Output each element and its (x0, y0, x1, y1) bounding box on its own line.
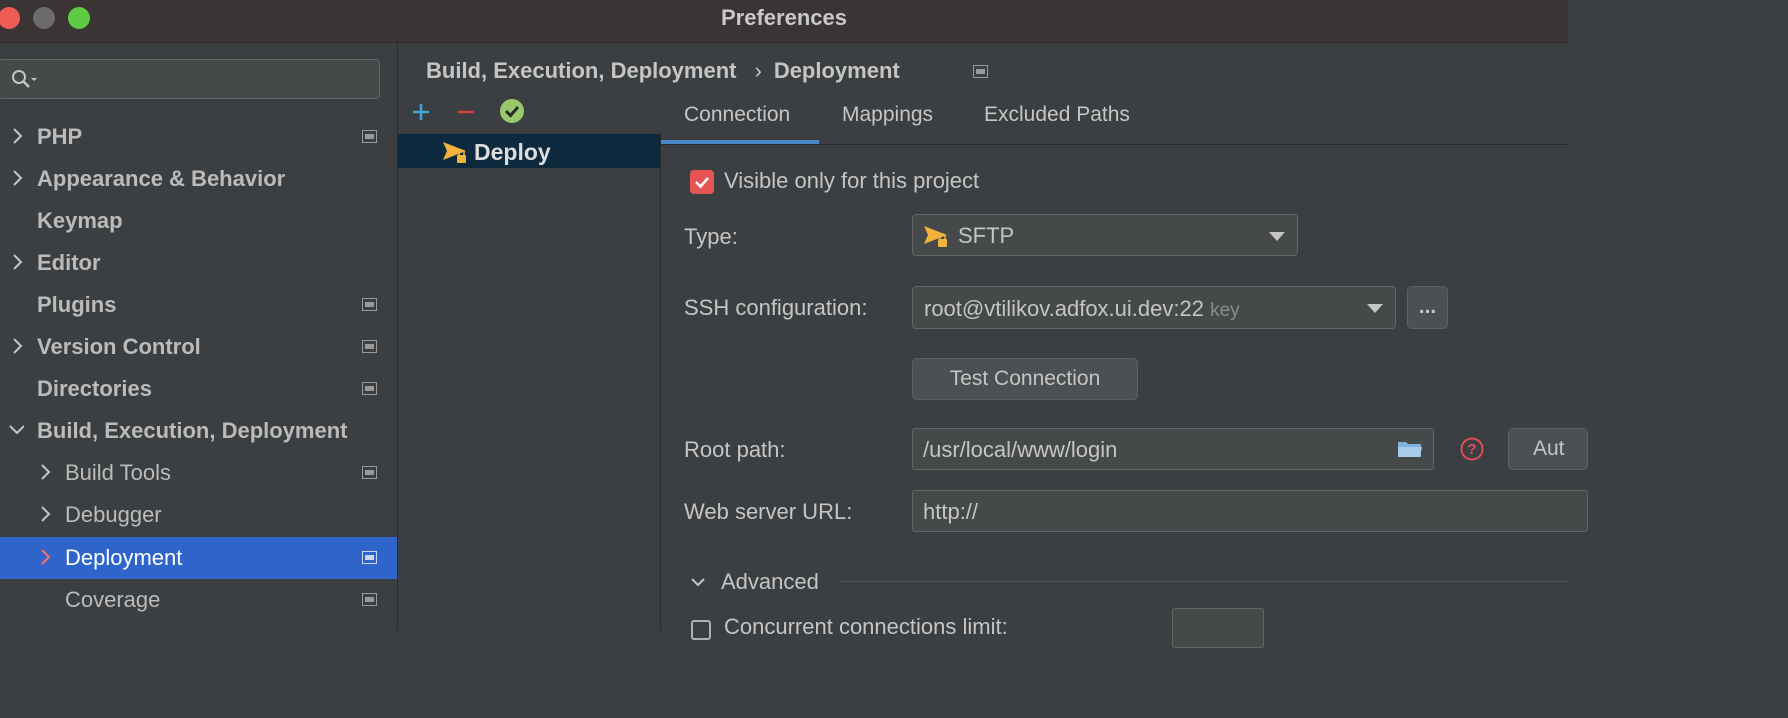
project-scope-icon (362, 340, 377, 353)
test-connection-button[interactable]: Test Connection (912, 358, 1138, 400)
add-server-icon[interactable] (406, 96, 436, 126)
server-toolbar (398, 92, 660, 132)
sidebar-item-directories[interactable]: Directories (0, 368, 397, 410)
sidebar-item-label: Coverage (65, 587, 161, 612)
breadcrumb-separator: › (754, 58, 762, 84)
sidebar-item-plugins[interactable]: Plugins (0, 284, 397, 326)
server-item-deploy[interactable]: Deploy (398, 134, 660, 168)
project-scope-icon (362, 466, 377, 479)
chevron-right-icon[interactable] (10, 251, 26, 273)
chevron-right-icon[interactable] (38, 503, 54, 525)
sidebar-item-php[interactable]: PHP (0, 116, 397, 158)
sidebar-item-label: Appearance & Behavior (37, 166, 286, 191)
sidebar-item-label: Build, Execution, Deployment (37, 418, 348, 443)
type-label: Type: (684, 224, 738, 249)
web-server-url-input[interactable]: http:// (912, 490, 1588, 532)
ssh-auth-hint: key (1210, 300, 1240, 321)
sidebar-item-build-tools[interactable]: Build Tools (0, 452, 397, 494)
sidebar-item-version-control[interactable]: Version Control (0, 326, 397, 368)
ssh-configurations-button[interactable]: ... (1407, 286, 1448, 329)
visible-only-checkbox[interactable] (690, 170, 714, 194)
settings-search-input[interactable] (0, 59, 380, 99)
sidebar-item-label: Debugger (65, 502, 162, 527)
sidebar-item-label: Directories (37, 376, 152, 401)
project-scope-icon (362, 551, 377, 564)
concurrent-connections-checkbox[interactable] (691, 620, 711, 640)
tab-connection[interactable]: Connection (661, 92, 819, 144)
sidebar-item-label: Version Control (37, 334, 201, 359)
settings-sidebar: PHP Appearance & Behavior Keymap Editor … (0, 43, 398, 630)
remove-server-icon[interactable] (451, 96, 481, 126)
chevron-down-icon[interactable] (8, 419, 24, 441)
chevron-down-icon (1269, 232, 1285, 241)
sidebar-item-debugger[interactable]: Debugger (0, 494, 397, 536)
type-value: SFTP (958, 223, 1015, 248)
sidebar-item-label: Build Tools (65, 460, 171, 485)
sftp-server-icon (443, 142, 466, 163)
ssh-configuration-select[interactable]: root@vtilikov.adfox.ui.dev:22 key (912, 286, 1396, 329)
help-icon[interactable]: ? (1460, 437, 1484, 461)
advanced-section-toggle[interactable]: Advanced (721, 569, 819, 595)
sidebar-item-label: Plugins (37, 292, 117, 317)
project-scope-icon (362, 298, 377, 311)
type-select[interactable]: SFTP (912, 214, 1298, 256)
concurrent-connections-label: Concurrent connections limit: (724, 614, 1008, 639)
sidebar-item-deployment[interactable]: Deployment (0, 537, 397, 579)
server-list: Deploy (398, 132, 661, 630)
sidebar-item-keymap[interactable]: Keymap (0, 200, 397, 242)
chevron-right-icon[interactable] (10, 125, 26, 147)
server-name: Deploy (474, 139, 551, 165)
sftp-server-icon (924, 226, 947, 247)
root-path-value: /usr/local/www/login (923, 437, 1118, 462)
tab-excluded-paths[interactable]: Excluded Paths (984, 92, 1130, 144)
svg-text:?: ? (1467, 441, 1476, 458)
sidebar-item-editor[interactable]: Editor (0, 242, 397, 284)
project-scope-icon (973, 65, 988, 78)
chevron-down-icon (1367, 304, 1383, 313)
autodetect-button[interactable]: Aut (1508, 428, 1588, 470)
root-path-label: Root path: (684, 437, 786, 462)
breadcrumb-parent[interactable]: Build, Execution, Deployment (426, 58, 736, 84)
sidebar-item-label: Deployment (65, 545, 183, 570)
ssh-configuration-label: SSH configuration: (684, 295, 868, 320)
sidebar-item-appearance[interactable]: Appearance & Behavior (0, 158, 397, 200)
concurrent-connections-input[interactable] (1172, 608, 1264, 648)
breadcrumb: Build, Execution, Deployment › Deployment (426, 57, 900, 84)
web-server-url-value: http:// (923, 499, 979, 524)
project-scope-icon (362, 130, 377, 143)
ssh-host: root@vtilikov.adfox.ui.dev:22 (924, 296, 1204, 321)
chevron-down-icon[interactable] (690, 574, 706, 590)
project-scope-icon (362, 382, 377, 395)
visible-only-label: Visible only for this project (724, 168, 980, 193)
project-scope-icon (362, 593, 377, 606)
chevron-right-icon[interactable] (10, 335, 26, 357)
set-default-icon[interactable] (497, 96, 527, 126)
sidebar-item-label: Keymap (37, 208, 123, 233)
breadcrumb-current: Deployment (773, 58, 900, 84)
settings-tabs: Connection Mappings Excluded Paths (661, 92, 1568, 145)
sidebar-item-label: Editor (37, 250, 101, 275)
window-title: Preferences (721, 5, 847, 30)
ssh-configuration-value: root@vtilikov.adfox.ui.dev:22 key (924, 296, 1240, 322)
tab-mappings[interactable]: Mappings (842, 92, 933, 144)
chevron-right-icon[interactable] (38, 546, 54, 568)
web-server-url-label: Web server URL: (684, 499, 853, 524)
sidebar-item-build-execution-deployment[interactable]: Build, Execution, Deployment (0, 410, 397, 452)
chevron-right-icon[interactable] (10, 167, 26, 189)
search-icon (12, 70, 37, 88)
chevron-right-icon[interactable] (38, 461, 54, 483)
sidebar-item-coverage[interactable]: Coverage (0, 579, 397, 621)
folder-icon[interactable] (1397, 439, 1423, 459)
advanced-separator (840, 581, 1568, 582)
title-bar: Preferences (0, 0, 1568, 43)
sidebar-item-label: PHP (37, 124, 83, 149)
root-path-input[interactable]: /usr/local/www/login (912, 428, 1434, 470)
checkmark-icon (695, 177, 709, 189)
